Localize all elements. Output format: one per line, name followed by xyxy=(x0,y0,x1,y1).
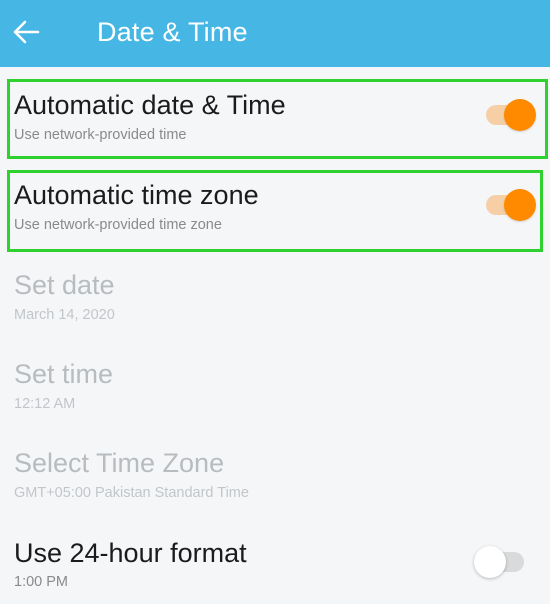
setting-set-date: Set date March 14, 2020 xyxy=(0,252,550,342)
automatic-date-time-toggle[interactable] xyxy=(486,97,536,133)
setting-subtitle: Use network-provided time xyxy=(14,127,187,143)
toggle-thumb xyxy=(504,189,536,221)
setting-subtitle: Use network-provided time zone xyxy=(14,217,222,233)
arrow-left-icon xyxy=(13,20,40,44)
setting-title: Select Time Zone xyxy=(14,448,225,478)
setting-subtitle: March 14, 2020 xyxy=(14,307,115,323)
setting-automatic-time-zone[interactable]: Automatic time zone Use network-provided… xyxy=(0,161,550,251)
setting-title: Automatic date & Time xyxy=(14,90,286,120)
toggle-thumb xyxy=(504,99,536,131)
setting-title: Use 24-hour format xyxy=(14,538,247,568)
toggle-thumb xyxy=(474,546,506,578)
setting-title: Set time xyxy=(14,359,114,389)
setting-use-24-hour-format[interactable]: Use 24-hour format 1:00 PM xyxy=(0,520,550,604)
setting-set-time: Set time 12:12 AM xyxy=(0,342,550,432)
use-24-hour-format-toggle[interactable] xyxy=(474,544,526,580)
setting-automatic-date-time[interactable]: Automatic date & Time Use network-provid… xyxy=(0,67,550,161)
setting-title: Automatic time zone xyxy=(14,180,259,210)
setting-subtitle: GMT+05:00 Pakistan Standard Time xyxy=(14,485,249,501)
setting-select-time-zone: Select Time Zone GMT+05:00 Pakistan Stan… xyxy=(0,432,550,520)
back-button[interactable] xyxy=(8,14,44,50)
setting-title: Set date xyxy=(14,270,115,300)
setting-subtitle: 1:00 PM xyxy=(14,574,68,590)
page-title: Date & Time xyxy=(97,17,248,47)
app-bar: Date & Time xyxy=(0,0,550,67)
automatic-time-zone-toggle[interactable] xyxy=(486,187,536,223)
setting-subtitle: 12:12 AM xyxy=(14,396,76,412)
